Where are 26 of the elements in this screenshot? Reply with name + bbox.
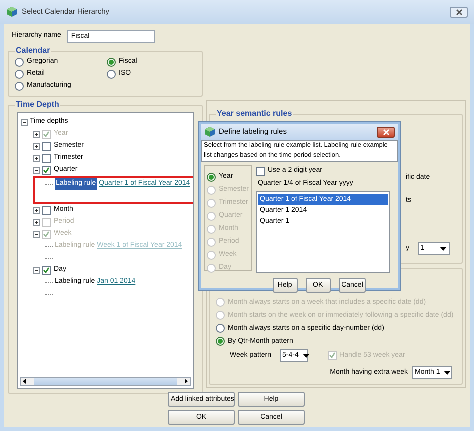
check-icon — [43, 230, 50, 238]
scroll-left-icon — [21, 377, 28, 386]
caret-icon — [444, 370, 452, 374]
collapse-toggle[interactable] — [21, 118, 28, 126]
check-icon — [43, 130, 50, 138]
expand-toggle[interactable] — [33, 206, 40, 214]
close-icon — [382, 128, 390, 136]
caret-icon — [302, 354, 310, 358]
collapse-toggle[interactable] — [33, 266, 40, 274]
check-icon — [43, 266, 50, 274]
cube-icon — [204, 126, 216, 138]
expand-toggle[interactable] — [33, 154, 40, 162]
close-icon — [456, 8, 462, 16]
group-title: Calendar — [15, 46, 52, 56]
group-title: Year semantic rules — [216, 109, 294, 119]
check-icon — [328, 352, 336, 359]
scrollbar[interactable] — [20, 377, 191, 386]
close-button[interactable] — [450, 6, 468, 18]
scroll-right-icon — [183, 377, 190, 386]
cube-icon — [6, 6, 18, 18]
group-title: Time Depth — [15, 100, 60, 110]
collapse-toggle[interactable] — [33, 166, 40, 174]
caret-icon — [440, 246, 446, 250]
close-button[interactable] — [377, 126, 395, 138]
expand-toggle[interactable] — [33, 142, 40, 150]
check-icon — [43, 166, 50, 174]
